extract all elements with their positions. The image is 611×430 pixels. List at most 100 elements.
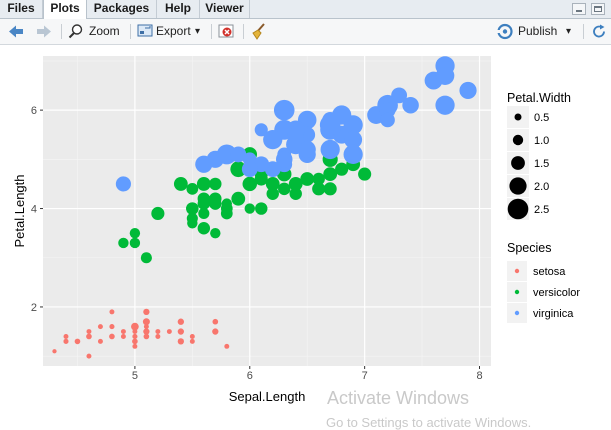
zoom-button[interactable]: Zoom <box>68 22 124 41</box>
size-legend-label: 0.5 <box>534 112 549 124</box>
point-versicolor <box>210 227 221 239</box>
plot-panel <box>43 56 491 366</box>
point-setosa <box>121 334 126 339</box>
point-versicolor <box>266 187 279 200</box>
point-virginica <box>459 81 477 100</box>
point-setosa <box>63 333 69 339</box>
scatter-chart: 5 6 7 8 2 4 6 Petal.Width 0.5 1.0 1.5 2.0 2.5 Specie… <box>12 56 580 404</box>
tab-files[interactable]: Files <box>0 0 43 18</box>
point-setosa <box>109 324 115 330</box>
maximize-pane-button[interactable] <box>591 3 605 15</box>
refresh-plot-button[interactable] <box>590 22 608 41</box>
point-versicolor <box>173 177 188 191</box>
remove-plot-icon <box>218 24 234 38</box>
point-virginica <box>319 114 341 136</box>
point-virginica <box>241 161 258 178</box>
zoom-label: Zoom <box>89 24 120 38</box>
color-legend-label: setosa <box>533 266 566 278</box>
remove-plot-button[interactable] <box>217 22 237 41</box>
point-setosa <box>97 338 103 344</box>
point-versicolor <box>323 182 337 196</box>
point-setosa <box>189 338 195 344</box>
size-legend-key <box>509 177 527 195</box>
point-versicolor <box>255 202 268 215</box>
x-tick-label: 5 <box>132 370 138 382</box>
point-versicolor <box>289 187 302 200</box>
point-setosa <box>178 319 184 325</box>
publish-button[interactable]: Publish ▾ <box>496 22 576 41</box>
point-versicolor <box>323 167 338 181</box>
size-legend-label: 2.0 <box>534 181 549 193</box>
point-setosa <box>212 328 219 335</box>
color-legend-label: versicolor <box>533 287 580 299</box>
y-tick-label: 2 <box>31 302 37 314</box>
point-versicolor <box>129 227 141 239</box>
color-legend-key <box>514 289 520 295</box>
point-setosa <box>132 333 138 339</box>
point-virginica <box>380 112 395 128</box>
export-button[interactable]: Export ▾ <box>137 22 207 41</box>
clear-all-plots-button[interactable] <box>249 22 269 41</box>
point-setosa <box>177 338 185 345</box>
size-legend-label: 1.0 <box>534 135 549 147</box>
point-versicolor <box>312 182 326 196</box>
tab-viewer[interactable]: Viewer <box>200 0 250 18</box>
plot-viewer: 5 6 7 8 2 4 6 Petal.Width 0.5 1.0 1.5 2.0 2.5 Specie… <box>0 45 611 430</box>
point-versicolor <box>209 177 222 191</box>
size-legend-title: Petal.Width <box>507 91 571 105</box>
zoom-icon <box>68 24 83 39</box>
tab-plots[interactable]: Plots <box>43 0 87 19</box>
point-setosa <box>109 309 115 315</box>
back-plot-button[interactable] <box>6 22 26 41</box>
refresh-icon <box>593 24 605 38</box>
point-versicolor <box>300 172 315 186</box>
point-versicolor <box>197 192 211 205</box>
point-setosa <box>143 329 149 335</box>
publish-label: Publish <box>518 24 558 38</box>
point-versicolor <box>187 218 198 229</box>
export-dropdown-icon: ▾ <box>195 26 201 37</box>
tab-packages[interactable]: Packages <box>87 0 157 18</box>
publish-dropdown-icon: ▾ <box>566 26 572 37</box>
forward-plot-button[interactable] <box>34 22 54 41</box>
size-legend-label: 1.5 <box>534 158 549 170</box>
activate-windows-subtitle: Go to Settings to activate Windows. <box>326 415 532 430</box>
point-versicolor <box>209 197 222 210</box>
point-versicolor <box>196 177 211 191</box>
size-legend-key <box>511 156 525 170</box>
point-versicolor <box>118 237 129 249</box>
arrow-left-icon <box>9 25 23 38</box>
point-versicolor <box>186 182 199 195</box>
size-legend-label: 2.5 <box>534 204 549 216</box>
point-virginica <box>343 144 363 165</box>
point-setosa <box>132 343 138 349</box>
point-versicolor <box>140 252 152 264</box>
x-axis-label: Sepal.Length <box>229 389 306 404</box>
point-setosa <box>143 308 150 316</box>
point-setosa <box>155 329 161 334</box>
point-setosa <box>177 328 185 335</box>
size-legend-key <box>507 198 529 220</box>
point-virginica <box>115 176 131 192</box>
point-setosa <box>109 333 115 340</box>
x-tick-label: 8 <box>476 370 482 382</box>
point-setosa <box>86 353 92 359</box>
point-virginica <box>273 99 295 121</box>
broom-icon <box>252 23 265 40</box>
tab-help[interactable]: Help <box>157 0 200 18</box>
minimize-pane-button[interactable] <box>572 3 586 15</box>
color-legend-key <box>514 310 520 316</box>
export-icon <box>137 24 153 37</box>
point-setosa <box>212 318 219 325</box>
point-setosa <box>166 329 172 335</box>
point-versicolor <box>335 162 349 176</box>
minimize-icon <box>576 10 582 12</box>
point-setosa <box>131 322 139 331</box>
point-setosa <box>52 349 57 354</box>
maximize-icon <box>594 6 602 12</box>
point-versicolor <box>220 202 233 215</box>
point-setosa <box>63 338 69 344</box>
point-versicolor <box>244 203 255 214</box>
point-versicolor <box>278 182 291 196</box>
size-legend-key <box>514 113 522 121</box>
